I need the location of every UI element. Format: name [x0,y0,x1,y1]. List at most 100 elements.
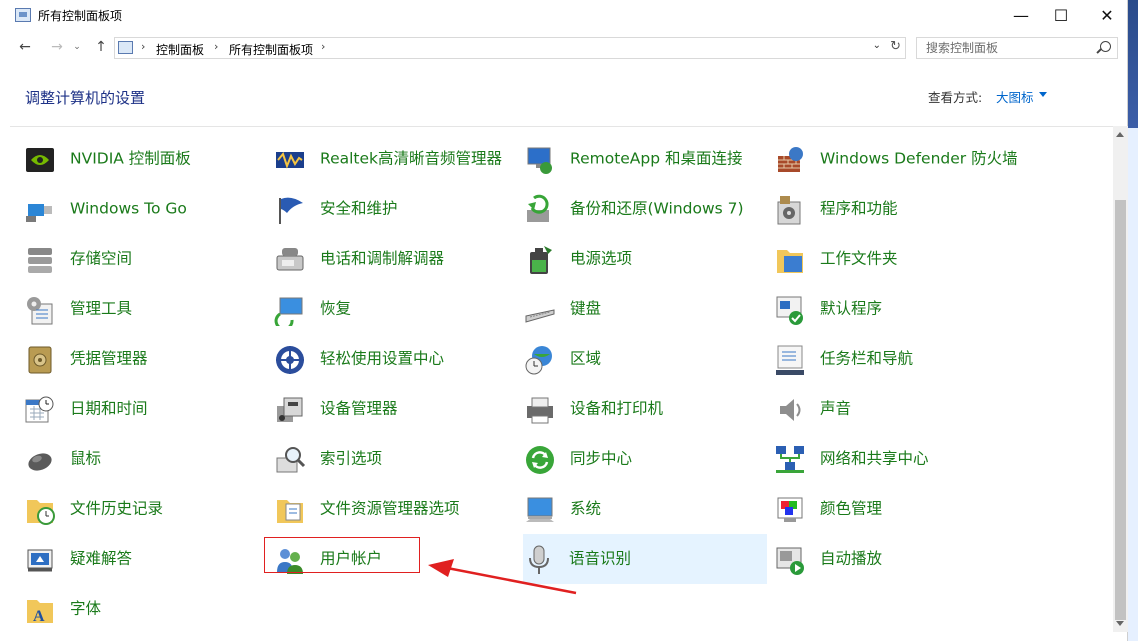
cp-item[interactable]: 备份和还原(Windows 7) [524,188,768,230]
search-input[interactable] [917,38,1101,58]
breadcrumb-separator[interactable]: › [214,40,218,53]
cp-item[interactable]: 轻松使用设置中心 [274,338,518,380]
refresh-button[interactable]: ↻ [890,39,901,54]
cp-item[interactable]: 电话和调制解调器 [274,238,518,280]
view-by-label: 查看方式: [928,90,983,105]
cp-item[interactable]: 工作文件夹 [774,238,1018,280]
color-management-icon [777,497,803,522]
control-panel-window: 所有控制面板项 — ☐ ✕ ← → ⌄ ↑ › 控制面板 › 所有控制面板项 ›… [0,0,1128,641]
cp-item-label: 索引选项 [320,449,383,468]
cp-item-label: 恢复 [320,299,352,318]
chevron-down-icon[interactable] [1039,92,1047,97]
cp-item[interactable]: 声音 [774,388,1018,430]
vertical-scrollbar[interactable] [1113,126,1128,632]
cp-item[interactable]: A 字体 [24,588,268,630]
storage-icon [28,248,52,273]
cp-item[interactable]: 电源选项 [524,238,768,280]
page-title: 调整计算机的设置 [25,89,146,107]
cp-item-label: NVIDIA 控制面板 [70,149,191,168]
cp-item[interactable]: 文件历史记录 [24,488,268,530]
cp-item-label: 设备管理器 [320,399,398,418]
taskbar-icon [776,345,804,375]
control-panel-small-icon [118,41,133,54]
scroll-down-arrow[interactable] [1116,621,1124,626]
up-button[interactable]: ↑ [90,37,112,57]
cp-item-label: 默认程序 [820,299,883,318]
scroll-up-arrow[interactable] [1116,132,1124,137]
cp-item[interactable]: 区域 [524,338,768,380]
search-icon[interactable] [1100,41,1111,52]
cp-item-label: 自动播放 [820,549,883,568]
cp-item[interactable]: NVIDIA 控制面板 [24,138,268,180]
cp-item-label: 管理工具 [70,299,133,318]
cp-item[interactable]: 程序和功能 [774,188,1018,230]
maximize-button[interactable]: ☐ [1038,0,1084,31]
cp-item-label: RemoteApp 和桌面连接 [570,149,743,168]
credential-vault-icon [28,346,52,374]
desktop-background-strip [1128,0,1138,641]
breadcrumb-all-items[interactable]: 所有控制面板项 [229,41,313,58]
cp-item[interactable]: 颜色管理 [774,488,1018,530]
cp-item-label: 网络和共享中心 [820,449,929,468]
sync-icon [526,446,554,474]
battery-icon [530,246,552,274]
cp-item[interactable]: 自动播放 [774,538,1018,580]
scroll-thumb[interactable] [1115,200,1126,620]
cp-item[interactable]: 设备管理器 [274,388,518,430]
backup-icon [527,194,549,222]
close-button[interactable]: ✕ [1084,0,1130,31]
cp-item[interactable]: Windows To Go [24,188,268,230]
flag-icon [279,197,303,224]
cp-item-label: 键盘 [570,299,602,318]
nvidia-icon [26,148,54,172]
cp-item-label: 字体 [70,599,102,618]
cp-item-label: 程序和功能 [820,199,898,218]
breadcrumb-separator[interactable]: › [321,40,325,53]
search-box[interactable] [916,37,1118,59]
cp-item[interactable]: 文件资源管理器选项 [274,488,518,530]
cp-item[interactable]: 网络和共享中心 [774,438,1018,480]
cp-item-label: 工作文件夹 [820,249,898,268]
cp-item[interactable]: Windows Defender 防火墙 [774,138,1018,180]
cp-item-label: 鼠标 [70,449,102,468]
speaker-icon [780,399,801,421]
cp-item-label: 同步中心 [570,449,633,468]
cp-item[interactable]: 恢复 [274,288,518,330]
breadcrumb-control-panel[interactable]: 控制面板 [156,41,204,58]
device-manager-icon [277,397,303,422]
breadcrumb-separator[interactable]: › [141,40,145,53]
cp-item[interactable]: 设备和打印机 [524,388,768,430]
globe-clock-icon [525,346,552,375]
cp-item[interactable]: RemoteApp 和桌面连接 [524,138,768,180]
cp-item[interactable]: 鼠标 [24,438,268,480]
programs-icon [777,196,801,225]
cp-item[interactable]: 键盘 [524,288,768,330]
cp-item-label: 语音识别 [569,549,632,568]
cp-item-label: 轻松使用设置中心 [320,349,445,368]
cp-item[interactable]: 疑难解答 [24,538,268,580]
default-programs-icon [776,296,803,325]
address-dropdown-button[interactable]: ⌄ [873,40,881,51]
cp-item[interactable]: 任务栏和导航 [774,338,1018,380]
cp-item[interactable]: 默认程序 [774,288,1018,330]
annotation-arrow [428,559,577,595]
cp-item-label: 凭据管理器 [70,349,148,368]
back-button[interactable]: ← [14,37,36,57]
view-by-dropdown[interactable]: 大图标 [996,87,1034,106]
cp-item-label: 颜色管理 [820,499,883,518]
cp-item[interactable]: 索引选项 [274,438,518,480]
cp-item[interactable]: 同步中心 [524,438,768,480]
cp-item[interactable]: 存储空间 [24,238,268,280]
forward-button[interactable]: → [46,37,68,57]
cp-item[interactable]: 日期和时间 [24,388,268,430]
cp-item[interactable]: 凭据管理器 [24,338,268,380]
recent-locations-button[interactable]: ⌄ [70,37,84,57]
cp-item[interactable]: 安全和维护 [274,188,518,230]
cp-item[interactable]: 管理工具 [24,288,268,330]
navigation-bar: ← → ⌄ ↑ › 控制面板 › 所有控制面板项 › ⌄ ↻ [0,31,1128,63]
address-bar[interactable]: › 控制面板 › 所有控制面板项 › ⌄ ↻ [114,37,906,59]
cp-item-label: 电话和调制解调器 [320,249,445,268]
cp-item[interactable]: Realtek高清晰音频管理器 [274,138,518,180]
cp-item[interactable]: 系统 [524,488,768,530]
cp-item-label: 任务栏和导航 [820,349,914,368]
